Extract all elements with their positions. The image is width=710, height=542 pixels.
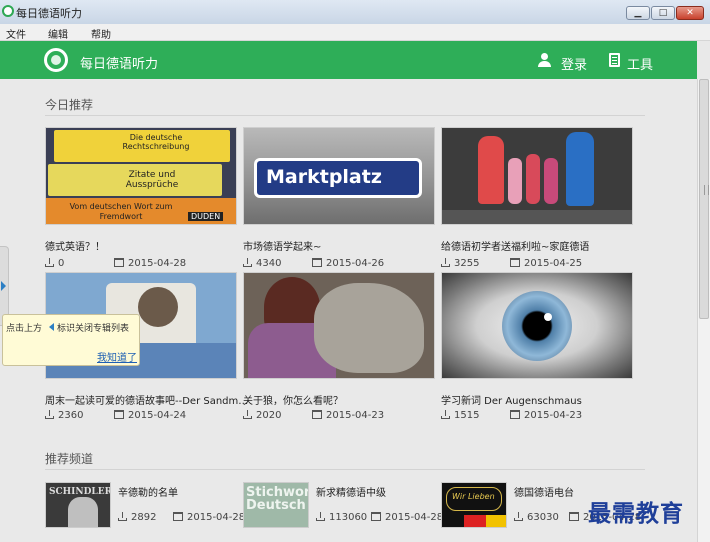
card-item[interactable]: 给德语初学者送福利啦~家庭德语 3255 2015-04-25 <box>441 127 633 269</box>
section-title-channels: 推荐频道 <box>45 452 94 466</box>
calendar-icon <box>510 410 520 419</box>
channel-date: 2015-04-28 <box>371 512 443 523</box>
card-downloads: 3255 <box>441 258 479 269</box>
card-date: 2015-04-25 <box>510 258 582 269</box>
hint-tooltip: 点击上方 标识关闭专辑列表 我知道了 <box>2 314 140 366</box>
card-thumbnail[interactable] <box>441 272 633 379</box>
channel-image-text: SCHINDLERS <box>49 487 110 497</box>
card-date: 2015-04-24 <box>114 410 186 421</box>
card-title[interactable]: 市场德语学起来~ <box>243 238 321 253</box>
card-downloads: 2360 <box>45 410 83 421</box>
channel-downloads: 113060 <box>316 512 367 523</box>
book-title-3: Vom deutschen Wort zum Fremdwort <box>69 202 173 221</box>
watermark: 最需教育 <box>588 500 684 527</box>
download-icon <box>45 258 54 267</box>
card-downloads: 0 <box>45 258 64 269</box>
section-divider <box>45 115 645 116</box>
menu-file[interactable]: 文件 <box>6 26 26 41</box>
menu-help[interactable]: 帮助 <box>91 26 111 41</box>
tooltip-text: 点击上方 <box>6 324 43 334</box>
card-downloads: 1515 <box>441 410 479 421</box>
download-icon <box>243 410 252 419</box>
channel-date: 2015-04-28 <box>173 512 245 523</box>
book-title-1: Die deutsche Rechtschreibung <box>122 133 190 151</box>
card-date: 2015-04-28 <box>114 258 186 269</box>
street-sign-text: Marktplatz <box>266 166 382 188</box>
card-title[interactable]: 周末一起读可爱的德语故事吧--Der Sandm… <box>45 392 248 407</box>
channel-item[interactable]: Stichwort Deutsch 新求精德语中级 113060 2015-04… <box>243 482 443 528</box>
card-downloads: 2020 <box>243 410 281 421</box>
download-icon <box>316 512 325 521</box>
channel-downloads: 2892 <box>118 512 156 523</box>
channel-thumbnail[interactable]: Wir Lieben <box>441 482 507 528</box>
channel-item[interactable]: SCHINDLERS 辛德勒的名单 2892 2015-04-28 <box>45 482 245 528</box>
card-downloads: 4340 <box>243 258 281 269</box>
user-icon[interactable] <box>537 53 551 67</box>
card-item[interactable]: 学习新词 Der Augenschmaus 1515 2015-04-23 <box>441 272 633 421</box>
calendar-icon <box>510 258 520 267</box>
card-thumbnail[interactable] <box>243 272 435 379</box>
download-icon <box>45 410 54 419</box>
tooltip-text-2: 标识关闭专辑列表 <box>57 324 130 334</box>
calendar-icon <box>312 258 322 267</box>
download-icon <box>514 512 523 521</box>
close-button[interactable]: ✕ <box>676 6 704 20</box>
calendar-icon <box>371 512 381 521</box>
channel-name[interactable]: 辛德勒的名单 <box>118 484 178 499</box>
card-thumbnail[interactable] <box>441 127 633 225</box>
card-item[interactable]: 关于狼，你怎么看呢？ 2020 2015-04-23 <box>243 272 435 421</box>
app-header: 每日德语听力 登录 工具 <box>0 41 697 79</box>
arrow-left-icon <box>49 323 54 331</box>
card-title[interactable]: 给德语初学者送福利啦~家庭德语 <box>441 238 589 253</box>
download-icon <box>441 258 450 267</box>
card-date: 2015-04-23 <box>510 410 582 421</box>
card-title[interactable]: 德式英语？！ <box>45 238 105 253</box>
brand-name: 每日德语听力 <box>80 57 159 72</box>
login-link[interactable]: 登录 <box>561 54 587 73</box>
card-item[interactable]: Die deutsche Rechtschreibung Zitate und … <box>45 127 237 269</box>
book-title-2: Zitate und Aussprüche <box>125 170 179 190</box>
calendar-icon <box>114 258 124 267</box>
tools-icon[interactable] <box>609 53 620 67</box>
card-date: 2015-04-23 <box>312 410 384 421</box>
scrollbar-thumb[interactable] <box>699 79 709 319</box>
calendar-icon <box>569 512 579 521</box>
channel-thumbnail[interactable]: Stichwort Deutsch <box>243 482 309 528</box>
card-thumbnail[interactable]: Marktplatz <box>243 127 435 225</box>
card-title[interactable]: 学习新词 Der Augenschmaus <box>441 392 582 407</box>
channel-downloads: 63030 <box>514 512 559 523</box>
vertical-scrollbar[interactable] <box>697 79 710 542</box>
channel-image-text: Stichwort Deutsch <box>246 485 308 513</box>
download-icon <box>118 512 127 521</box>
card-item[interactable]: Marktplatz 市场德语学起来~ 4340 2015-04-26 <box>243 127 435 269</box>
menu-bar: 文件 编辑 帮助 <box>0 24 710 41</box>
calendar-icon <box>173 512 183 521</box>
window-titlebar: 每日德语听力 ▁ □ ✕ <box>0 0 710 24</box>
card-date: 2015-04-26 <box>312 258 384 269</box>
app-logo <box>44 48 68 72</box>
window-title: 每日德语听力 <box>16 7 82 20</box>
card-thumbnail[interactable]: Die deutsche Rechtschreibung Zitate und … <box>45 127 237 225</box>
card-title[interactable]: 关于狼，你怎么看呢？ <box>243 392 343 407</box>
calendar-icon <box>312 410 322 419</box>
channel-name[interactable]: 新求精德语中级 <box>316 484 386 499</box>
tools-link[interactable]: 工具 <box>627 54 653 73</box>
channel-image-text: Wir Lieben <box>452 492 495 501</box>
tooltip-dismiss-link[interactable]: 我知道了 <box>97 349 137 364</box>
maximize-button[interactable]: □ <box>651 6 675 20</box>
duden-label: DUDEN <box>188 212 224 221</box>
download-icon <box>243 258 252 267</box>
channel-name[interactable]: 德国德语电台 <box>514 484 574 499</box>
calendar-icon <box>114 410 124 419</box>
section-title-today: 今日推荐 <box>45 98 94 112</box>
channel-thumbnail[interactable]: SCHINDLERS <box>45 482 111 528</box>
app-icon <box>2 5 14 17</box>
download-icon <box>441 410 450 419</box>
minimize-button[interactable]: ▁ <box>626 6 650 20</box>
menu-edit[interactable]: 编辑 <box>48 26 68 41</box>
section-divider <box>45 469 645 470</box>
